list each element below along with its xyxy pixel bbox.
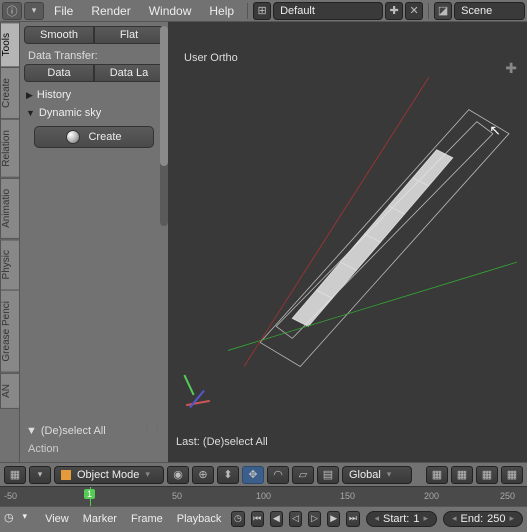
orientation-dropdown[interactable]: Global ▾ [342, 466, 412, 484]
data-transfer-label: Data Transfer: [24, 48, 164, 64]
expanded-icon: ▼ [26, 425, 37, 437]
vtab-relations[interactable]: Relation [0, 119, 19, 178]
layers-4[interactable]: ▦ [501, 466, 523, 484]
keyframe-prev-icon[interactable]: ◀ [270, 511, 283, 527]
timeline-ruler[interactable]: -50 0 50 100 150 200 250 1 [0, 486, 527, 506]
shading-smooth-button[interactable]: Smooth [24, 26, 94, 44]
tick: 100 [256, 491, 271, 501]
3d-view-header: ▦ ▾ Object Mode ▾ ◉ ⊕ ⬍ ✥ ◠ ▱ ▤ Global ▾… [0, 462, 527, 486]
action-label: Action [24, 440, 164, 458]
vtab-an[interactable]: AN [0, 373, 19, 409]
expand-menus-icon[interactable]: ▾ [29, 466, 51, 484]
vtab-create[interactable]: Create [0, 67, 19, 119]
editor-type-icon[interactable]: ◷ [4, 511, 17, 527]
scene-browse-icon[interactable]: ◪ [434, 2, 452, 20]
increment-icon[interactable]: ▸ [423, 513, 428, 524]
menu-file[interactable]: File [46, 4, 81, 18]
data-layout-button[interactable]: Data La [94, 64, 164, 82]
layers-3[interactable]: ▦ [476, 466, 498, 484]
layout-add-icon[interactable]: ✚ [385, 2, 403, 20]
collapsed-icon: ▶ [26, 90, 33, 101]
create-label: Create [88, 131, 121, 143]
layers-icon[interactable]: ▤ [317, 466, 339, 484]
create-sky-button[interactable]: Create [34, 126, 154, 148]
expand-menus-icon[interactable]: ▾ [23, 511, 36, 527]
history-label: History [37, 89, 71, 101]
manip-translate-icon[interactable]: ✥ [242, 466, 264, 484]
editor-type-icon[interactable]: ▦ [4, 466, 26, 484]
jump-start-icon[interactable]: ⏮ [251, 511, 264, 527]
layers-2[interactable]: ▦ [451, 466, 473, 484]
menu-window[interactable]: Window [141, 4, 200, 18]
shading-dropdown[interactable]: ◉ [167, 466, 189, 484]
play-reverse-icon[interactable]: ◁ [289, 511, 302, 527]
playhead-frame: 1 [84, 489, 95, 499]
timeline-playback-menu[interactable]: Playback [173, 513, 226, 525]
layout-field[interactable]: Default [273, 2, 383, 20]
chevron-down-icon[interactable]: ▾ [24, 2, 44, 20]
tool-scrollbar[interactable] [160, 26, 168, 226]
sky-preview-icon [66, 130, 80, 144]
pivot-dropdown[interactable]: ⊕ [192, 466, 214, 484]
start-label: Start: [383, 513, 409, 525]
jump-end-icon[interactable]: ⏭ [346, 511, 359, 527]
end-frame-field[interactable]: ◂ End: 250 ▸ [443, 511, 523, 527]
sync-dropdown[interactable]: ◷ [231, 511, 244, 527]
3d-viewport[interactable]: User Ortho ✚ ↖ [168, 22, 527, 462]
deselect-all-label: (De)select All [41, 425, 106, 437]
playhead[interactable]: 1 [90, 487, 91, 506]
end-value: 250 [487, 513, 505, 525]
tool-tabs: Tools Create Relation Animatio Physic Gr… [0, 22, 20, 462]
mode-label: Object Mode [77, 469, 139, 481]
mode-dropdown[interactable]: Object Mode ▾ [54, 466, 164, 484]
menu-help[interactable]: Help [201, 4, 242, 18]
editor-type-icon[interactable]: ⓘ [2, 2, 22, 20]
timeline-header: ◷ ▾ View Marker Frame Playback ◷ ⏮ ◀ ◁ ▷… [0, 506, 527, 530]
operator-panel-header[interactable]: ▼ (De)select All ⋮⋮ [24, 422, 164, 440]
increment-icon[interactable]: ▸ [510, 513, 515, 524]
decrement-icon[interactable]: ◂ [452, 513, 457, 524]
dynamic-sky-header[interactable]: ▼ Dynamic sky [24, 104, 164, 122]
history-header[interactable]: ▶ History [24, 86, 164, 104]
expanded-icon: ▼ [26, 108, 35, 118]
layers-1[interactable]: ▦ [426, 466, 448, 484]
decrement-icon[interactable]: ◂ [375, 513, 380, 524]
manipulator-toggle[interactable]: ⬍ [217, 466, 239, 484]
3d-text-object[interactable] [228, 62, 517, 382]
tick: 250 [500, 491, 515, 501]
vtab-grease-pencil[interactable]: Grease Penci [0, 290, 19, 373]
tool-shelf: Smooth Flat Data Transfer: Data Data La … [20, 22, 168, 462]
menu-render[interactable]: Render [83, 4, 138, 18]
tick: 200 [424, 491, 439, 501]
vtab-tools[interactable]: Tools [0, 22, 19, 67]
play-icon[interactable]: ▷ [308, 511, 321, 527]
timeline-frame-menu[interactable]: Frame [127, 513, 167, 525]
end-label: End: [461, 513, 484, 525]
layout-browse-icon[interactable]: ⊞ [253, 2, 271, 20]
grip-icon[interactable]: ⋮⋮ [142, 426, 162, 437]
dynamic-sky-label: Dynamic sky [39, 107, 101, 119]
timeline-view-menu[interactable]: View [41, 513, 73, 525]
manip-rotate-icon[interactable]: ◠ [267, 466, 289, 484]
tick: -50 [4, 491, 17, 501]
data-button[interactable]: Data [24, 64, 94, 82]
axis-widget [178, 370, 228, 420]
shading-flat-button[interactable]: Flat [94, 26, 164, 44]
start-frame-field[interactable]: ◂ Start: 1 ▸ [366, 511, 437, 527]
last-operator-label: Last: (De)select All [176, 436, 268, 448]
tick: 150 [340, 491, 355, 501]
timeline-marker-menu[interactable]: Marker [79, 513, 121, 525]
start-value: 1 [413, 513, 419, 525]
manip-scale-icon[interactable]: ▱ [292, 466, 314, 484]
tick: 50 [172, 491, 182, 501]
orientation-label: Global [349, 469, 381, 481]
keyframe-next-icon[interactable]: ▶ [327, 511, 340, 527]
object-mode-icon [61, 470, 71, 480]
vtab-physics[interactable]: Physic [0, 239, 19, 290]
vtab-animation[interactable]: Animatio [0, 178, 19, 239]
layout-remove-icon[interactable]: ✕ [405, 2, 423, 20]
scene-field[interactable]: Scene [454, 2, 525, 20]
